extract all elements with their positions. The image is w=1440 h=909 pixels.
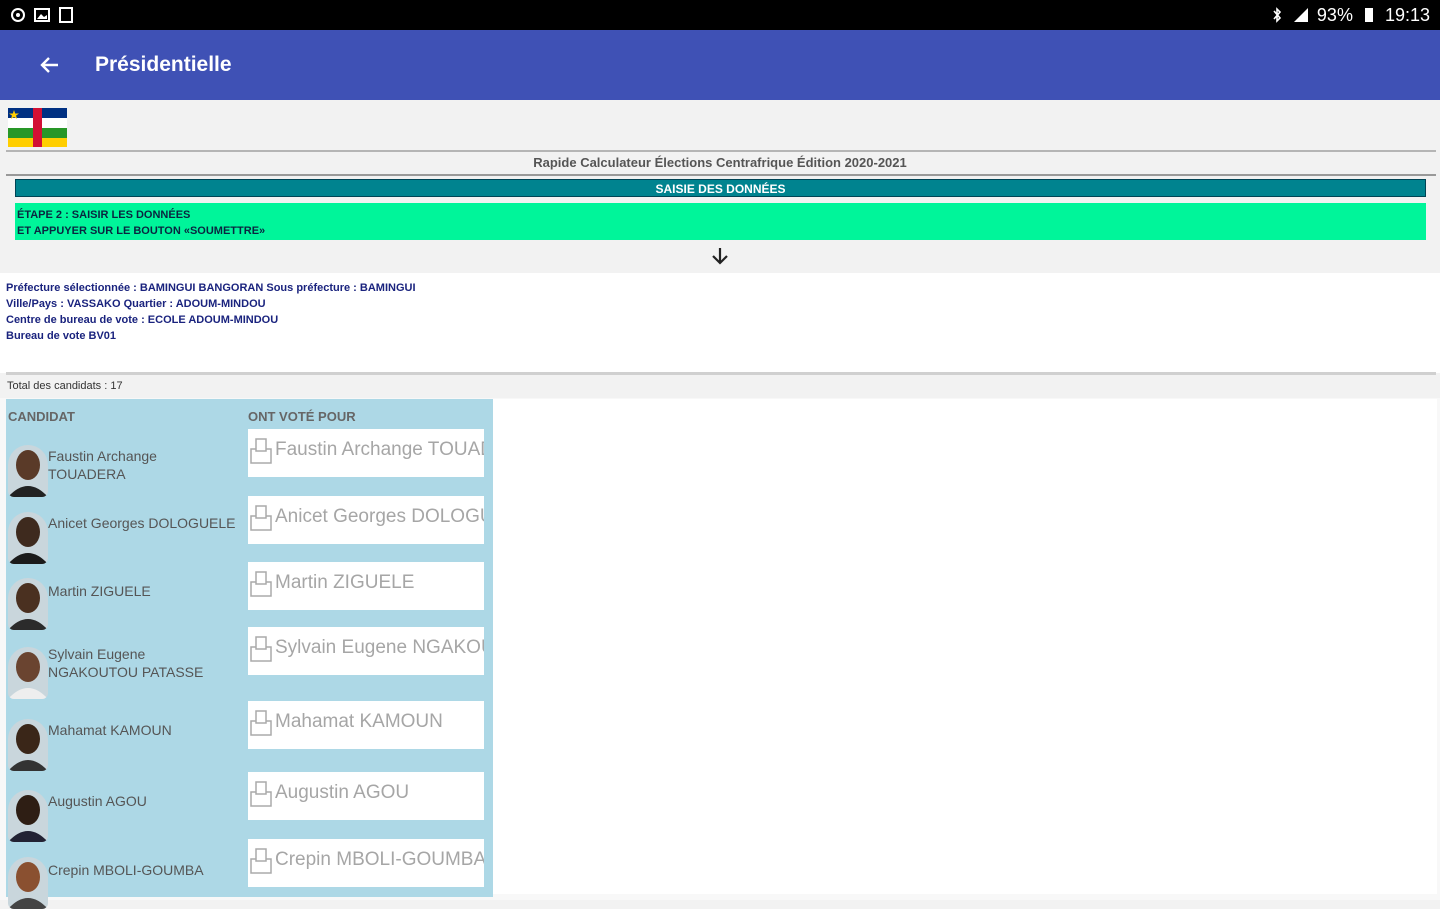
divider — [6, 174, 1436, 176]
blank-panel — [493, 399, 1437, 894]
candidate-name: Sylvain Eugene NGAKOUTOU PATASSE — [48, 646, 204, 680]
instruction-line-2: ET APPUYER SUR LE BOUTON «SOUMETTRE» — [17, 225, 266, 237]
candidate-photo — [8, 578, 48, 630]
instruction-banner: ÉTAPE 2 : SAISIR LES DONNÉES ET APPUYER … — [15, 203, 1426, 240]
vote-input-placeholder: Augustin AGOU — [275, 782, 410, 803]
total-candidates: Total des candidats : 17 — [7, 380, 123, 392]
location-prefecture: Préfecture sélectionnée : BAMINGUI BANGO… — [6, 282, 416, 294]
ballot-box-icon — [250, 781, 272, 807]
candidate-name: Faustin Archange TOUADERA — [48, 448, 157, 482]
ballot-box-icon — [250, 848, 272, 874]
battery-percent: 93% — [1316, 4, 1353, 25]
vote-input-placeholder: Mahamat KAMOUN — [275, 711, 443, 732]
vote-input-placeholder: Martin ZIGUELE — [275, 572, 415, 593]
candidate-photo — [8, 512, 48, 564]
clock: 19:13 — [1384, 4, 1430, 25]
vote-input-placeholder: Faustin Archange TOUADERA — [275, 439, 484, 460]
candidate-name: Mahamat KAMOUN — [48, 722, 172, 738]
candidate-photo — [8, 647, 48, 699]
ballot-box-icon — [250, 438, 272, 464]
section-header: SAISIE DES DONNÉES — [15, 179, 1426, 197]
divider — [6, 150, 1436, 152]
arrow-down-icon[interactable] — [709, 245, 731, 267]
candidate-name: Anicet Georges DOLOGUELE — [48, 515, 236, 531]
vote-count-input[interactable]: Anicet Georges DOLOGUELE — [248, 496, 484, 544]
candidate-name: Martin ZIGUELE — [48, 583, 151, 599]
col-header-candidate: CANDIDAT — [8, 409, 75, 424]
flag-area — [0, 100, 1440, 150]
vote-count-input[interactable]: Faustin Archange TOUADERA — [248, 429, 484, 477]
vote-count-input[interactable]: Martin ZIGUELE — [248, 562, 484, 610]
ballot-box-icon — [250, 710, 272, 736]
settings-notification-icon — [11, 8, 25, 22]
car-flag-icon — [8, 108, 67, 147]
bluetooth-icon — [1273, 7, 1282, 23]
vote-count-input[interactable]: Augustin AGOU — [248, 772, 484, 820]
vote-count-input[interactable]: Mahamat KAMOUN — [248, 701, 484, 749]
vote-input-placeholder: Anicet Georges DOLOGUELE — [275, 506, 484, 527]
candidate-photo — [8, 719, 48, 771]
location-bureau: Bureau de vote BV01 — [6, 330, 117, 342]
vote-count-input[interactable]: Sylvain Eugene NGAKOUTOU PATASSE — [248, 627, 484, 675]
calculator-title: Rapide Calculateur Élections Centrafriqu… — [533, 155, 907, 170]
status-bar: 93% 19:13 — [0, 0, 1440, 30]
signal-icon — [1293, 8, 1308, 22]
candidate-name: Augustin AGOU — [48, 793, 147, 809]
candidate-photo — [8, 857, 48, 909]
battery-icon — [1364, 8, 1373, 22]
app-bar: Présidentielle — [0, 30, 1440, 100]
back-arrow-icon[interactable] — [38, 53, 62, 77]
vote-input-placeholder: Sylvain Eugene NGAKOUTOU PATASSE — [275, 637, 484, 658]
ballot-box-icon — [250, 571, 272, 597]
vote-count-input[interactable]: Crepin MBOLI-GOUMBA — [248, 839, 484, 887]
vote-input-placeholder: Crepin MBOLI-GOUMBA — [275, 849, 484, 870]
ballot-box-icon — [250, 505, 272, 531]
divider — [6, 372, 1436, 375]
ballot-box-icon — [250, 636, 272, 662]
location-center: Centre de bureau de vote : ECOLE ADOUM-M… — [6, 314, 279, 326]
candidate-table: CANDIDAT ONT VOTÉ POUR Faustin Archange … — [6, 399, 493, 909]
candidate-photo — [8, 790, 48, 842]
col-header-votes: ONT VOTÉ POUR — [248, 409, 356, 424]
candidate-photo — [8, 445, 48, 497]
image-notification-icon — [34, 8, 50, 22]
page-title: Présidentielle — [95, 53, 232, 76]
instruction-line-1: ÉTAPE 2 : SAISIR LES DONNÉES — [17, 209, 191, 221]
location-city: Ville/Pays : VASSAKO Quartier : ADOUM-MI… — [6, 298, 266, 310]
document-notification-icon — [59, 7, 73, 23]
candidate-name: Crepin MBOLI-GOUMBA — [48, 862, 204, 878]
location-info: Préfecture sélectionnée : BAMINGUI BANGO… — [0, 273, 1440, 373]
